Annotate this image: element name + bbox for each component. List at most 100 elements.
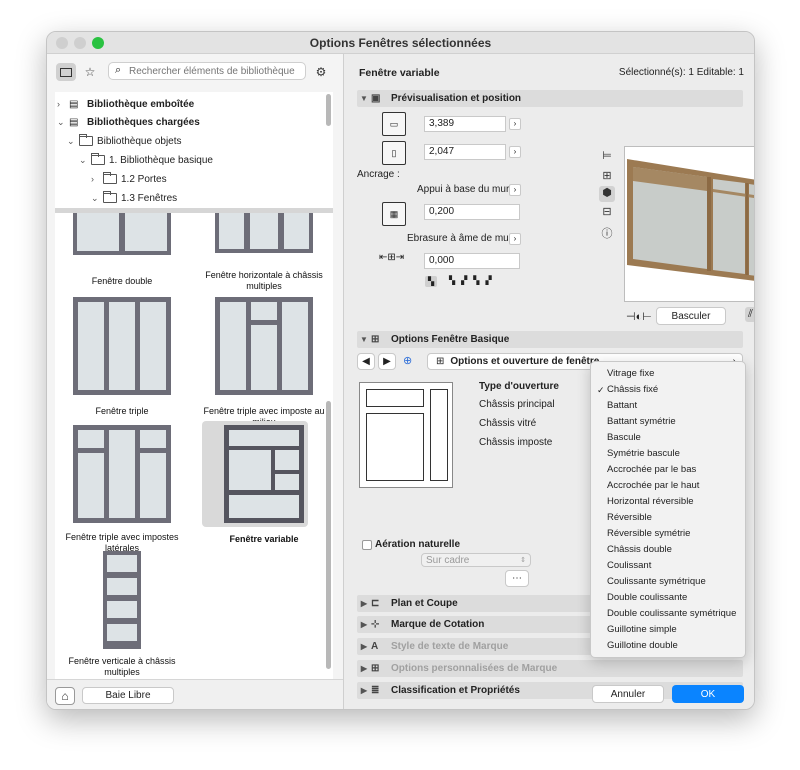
anchor-dropdown[interactable]: Appui à base du mur [417, 184, 509, 195]
search-input[interactable] [129, 64, 299, 78]
window-thumbnail [73, 297, 171, 395]
menu-item[interactable]: Accrochée par le bas [591, 462, 745, 478]
library-manager-button[interactable]: ⌂ [55, 687, 75, 705]
favorites-button[interactable]: ☆ [80, 63, 100, 81]
3d-preview [624, 146, 754, 302]
ventilation-settings-button[interactable]: ⋯ [505, 570, 529, 587]
menu-item[interactable]: Châssis double [591, 542, 745, 558]
anchor-field[interactable]: 0,200 [424, 204, 520, 220]
flip-button[interactable]: Basculer [656, 307, 726, 325]
menu-item[interactable]: Double coulissante symétrique [591, 606, 745, 622]
prev-page-button[interactable]: ◀ [357, 353, 375, 370]
next-page-button[interactable]: ▶ [378, 353, 396, 370]
page-add-icon[interactable]: ⊕ [403, 354, 412, 367]
triangle-left-icon: ◀ [362, 356, 370, 367]
menu-item[interactable]: Battant [591, 398, 745, 414]
library-icon: ▤ [69, 98, 79, 110]
window-thumbnail [215, 213, 313, 253]
window-title: Options Fenêtres sélectionnées [309, 36, 492, 50]
reveal-dropdown[interactable]: Ebrasure à âme de mur [407, 233, 512, 244]
opening-row-transom[interactable]: Châssis imposte [479, 437, 552, 448]
folder-view-button[interactable] [56, 63, 76, 81]
info-icon[interactable]: ⓘ [599, 225, 615, 241]
width-arrow-button[interactable]: › [509, 118, 521, 130]
section-preview[interactable]: ▼ ▣ Prévisualisation et position [357, 90, 743, 107]
chevron-down-icon: ▼ [360, 94, 368, 103]
menu-item[interactable]: Symétrie bascule [591, 446, 745, 462]
opening-row-main[interactable]: Châssis principal [479, 399, 555, 410]
anchor-label: Ancrage : [357, 169, 400, 180]
menu-item[interactable]: Guillotine simple [591, 622, 745, 638]
search-icon: ⌕ [115, 64, 122, 76]
section-view-button[interactable]: ⊟ [599, 205, 615, 221]
menu-item[interactable]: Vitrage fixe [591, 366, 745, 382]
chevron-right-icon: › [57, 99, 60, 109]
plan-view-button[interactable]: ⊞ [599, 169, 615, 185]
grid-scrollbar[interactable] [326, 401, 331, 669]
menu-item[interactable]: Coulissant [591, 558, 745, 574]
height-arrow-button[interactable]: › [509, 146, 521, 158]
library-toolbar: ☆ ⌕ ⚙ [47, 54, 343, 86]
chevron-down-icon: ⌄ [67, 135, 75, 146]
menu-item[interactable]: Horizontal réversible [591, 494, 745, 510]
menu-item-checked[interactable]: ✓ Châssis fixé [591, 382, 745, 398]
mirror-left-button[interactable]: ⫽ [745, 307, 754, 322]
menu-item[interactable]: Battant symétrie [591, 414, 745, 430]
tree-scrollbar[interactable] [326, 94, 331, 126]
chevron-right-icon: ▶ [360, 599, 368, 608]
plan-icon: ⊏ [371, 598, 380, 609]
width-field[interactable]: 3,389 [424, 116, 506, 132]
menu-item[interactable]: Guillotine double [591, 638, 745, 654]
tree-item[interactable]: › 1.2 Portes [91, 170, 167, 188]
properties-icon: ≣ [371, 685, 380, 696]
tree-item[interactable]: › ▤ Bibliothèque emboîtée [57, 95, 194, 113]
settings-button[interactable]: ⚙ [311, 63, 331, 81]
ventilation-select[interactable]: Sur cadre ⇕ [421, 553, 531, 567]
3d-view-button[interactable]: ⬢ [599, 186, 615, 202]
menu-item[interactable]: Accrochée par le haut [591, 478, 745, 494]
menu-item[interactable]: Double coulissante [591, 590, 745, 606]
tree-item[interactable]: ⌄ Bibliothèque objets [67, 132, 182, 150]
section-custom-marker: ▶ ⊞ Options personnalisées de Marque [357, 660, 743, 677]
chevron-down-icon: ⌄ [79, 154, 87, 165]
section-basic[interactable]: ▼ ⊞ Options Fenêtre Basique [357, 331, 743, 348]
anchor-options-icons[interactable]: ▚▞▚▞ [449, 276, 498, 285]
tree-item[interactable]: ⌄ 1.3 Fenêtres [91, 189, 177, 207]
building-icon: ⌂ [61, 689, 69, 703]
library-tile[interactable]: Fenêtre verticale à châssis multiples [57, 551, 187, 678]
reveal-field[interactable]: 0,000 [424, 253, 520, 269]
opening-row-glazed[interactable]: Châssis vitré [479, 418, 536, 429]
library-search[interactable]: ⌕ [108, 62, 306, 80]
anchor-arrow-button[interactable]: › [509, 184, 521, 196]
opening-type-menu: Vitrage fixe ✓ Châssis fixé Battant Batta… [590, 361, 746, 658]
window-thumbnail [73, 213, 171, 255]
library-tile[interactable]: Fenêtre horizontale à châssis multiples [199, 213, 329, 292]
dimension-view-button[interactable]: ⊨ [599, 149, 615, 165]
ok-button[interactable]: OK [672, 685, 744, 703]
library-tile[interactable]: Fenêtre triple [57, 297, 187, 417]
library-bottom-bar: ⌂ Baie Libre [47, 679, 343, 709]
menu-item[interactable]: Réversible symétrie [591, 526, 745, 542]
chevron-right-icon: ▶ [360, 686, 368, 695]
menu-item[interactable]: Coulissante symétrique [591, 574, 745, 590]
library-tile[interactable]: Fenêtre triple avec impostes latérales [57, 425, 187, 554]
menu-item[interactable]: Réversible [591, 510, 745, 526]
menu-item[interactable]: Bascule [591, 430, 745, 446]
reveal-arrow-button[interactable]: › [509, 233, 521, 245]
grid-icon: ⊞ [436, 356, 445, 367]
cancel-button[interactable]: Annuler [592, 685, 664, 703]
library-tile-selected[interactable]: Fenêtre variable [199, 425, 329, 545]
library-tile[interactable]: Fenêtre triple avec imposte au milieu [199, 297, 329, 428]
window-thumbnail [103, 551, 141, 649]
tree-item[interactable]: ⌄ ▤ Bibliothèques chargées [57, 113, 200, 131]
ventilation-checkbox[interactable] [362, 540, 372, 550]
opening-schematic [359, 382, 453, 488]
title-bar: Options Fenêtres sélectionnées [47, 32, 754, 54]
chevron-right-icon: › [91, 174, 94, 184]
dimension-icon: ⊹ [371, 619, 380, 630]
baie-libre-button[interactable]: Baie Libre [82, 687, 174, 704]
height-field[interactable]: 2,047 [424, 144, 506, 160]
anchor-option-selected[interactable]: ▚ [425, 276, 438, 287]
tree-item[interactable]: ⌄ 1. Bibliothèque basique [79, 151, 213, 169]
library-tile[interactable]: Fenêtre double [57, 213, 187, 287]
